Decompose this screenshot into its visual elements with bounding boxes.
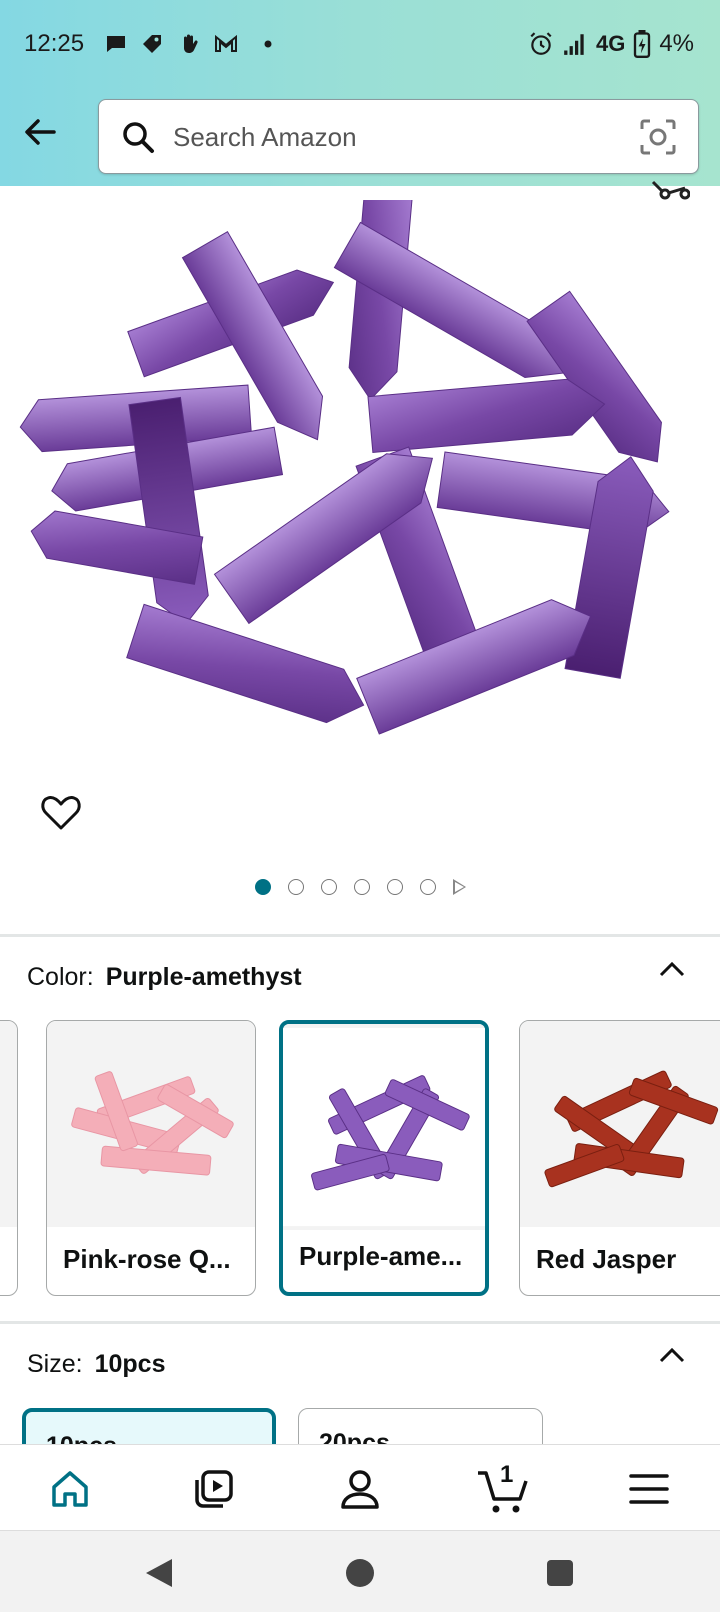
color-swatch-partial[interactable] — [0, 1020, 18, 1296]
wishlist-heart-icon[interactable] — [40, 792, 82, 832]
more-notifications-dot-icon — [264, 40, 272, 48]
battery-percent: 4% — [659, 30, 694, 57]
color-swatch-list[interactable]: Pink-rose Q... Purple-ame... Red Jasper — [0, 1018, 720, 1298]
system-recents-icon[interactable] — [546, 1559, 574, 1587]
account-icon[interactable] — [338, 1467, 382, 1511]
status-bar: 12:25 4G 4% — [0, 0, 720, 90]
product-image[interactable] — [0, 200, 720, 800]
image-carousel-indicator[interactable] — [0, 877, 720, 897]
status-time: 12:25 — [24, 30, 85, 57]
divider — [0, 934, 720, 937]
color-swatch-red-jasper[interactable]: Red Jasper — [519, 1020, 720, 1296]
search-input[interactable]: Search Amazon — [173, 122, 357, 153]
menu-icon[interactable] — [627, 1467, 671, 1511]
cart-button[interactable]: 1 — [476, 1461, 536, 1517]
size-selector-header[interactable]: Size: 10pcs — [27, 1350, 165, 1379]
carousel-video-play-icon[interactable] — [452, 879, 466, 895]
tag-notification-icon — [143, 35, 161, 53]
status-right-group: 4G 4% — [528, 30, 694, 58]
carousel-dot[interactable] — [353, 879, 370, 895]
hand-notification-icon — [184, 34, 198, 53]
video-feed-icon[interactable] — [192, 1467, 236, 1511]
cart-count: 1 — [500, 1461, 514, 1488]
color-swatch-pink-rose[interactable]: Pink-rose Q... — [46, 1020, 256, 1296]
app-header: 12:25 4G 4% Search Amazon — [0, 0, 720, 186]
carousel-dot[interactable] — [254, 879, 271, 895]
swatch-thumbnail — [47, 1021, 255, 1227]
swatch-label: Pink-rose Q... — [63, 1244, 231, 1274]
system-back-icon[interactable] — [144, 1557, 174, 1589]
color-swatch-purple-amethyst[interactable]: Purple-ame... — [279, 1020, 489, 1296]
alarm-icon — [530, 32, 552, 55]
signal-icon — [564, 34, 584, 55]
color-selector-header[interactable]: Color: Purple-amethyst — [27, 963, 302, 992]
system-navigation-bar — [0, 1530, 720, 1612]
chat-notification-icon — [107, 36, 125, 52]
gmail-notification-icon — [215, 34, 237, 52]
swatch-thumbnail — [0, 1021, 17, 1227]
bottom-navigation: 1 — [0, 1444, 720, 1530]
chevron-up-icon[interactable] — [658, 960, 686, 978]
network-type: 4G — [595, 31, 626, 56]
search-icon — [123, 122, 154, 153]
selected-color-value: Purple-amethyst — [105, 963, 302, 991]
divider — [0, 1321, 720, 1324]
carousel-dot[interactable] — [419, 879, 436, 895]
swatch-thumbnail — [283, 1024, 485, 1230]
swatch-label: Red Jasper — [536, 1244, 677, 1274]
battery-icon — [634, 30, 651, 58]
carousel-dot[interactable] — [386, 879, 403, 895]
swatch-thumbnail — [520, 1021, 720, 1227]
carousel-dot[interactable] — [287, 879, 304, 895]
system-home-icon[interactable] — [344, 1557, 376, 1589]
size-label: Size: — [27, 1350, 83, 1378]
camera-search-icon[interactable] — [638, 117, 678, 157]
carousel-dot[interactable] — [320, 879, 337, 895]
back-arrow-icon[interactable] — [20, 112, 60, 152]
search-bar[interactable]: Search Amazon — [98, 99, 699, 174]
color-label: Color: — [27, 963, 94, 991]
selected-size-value: 10pcs — [94, 1350, 166, 1378]
home-icon[interactable] — [48, 1467, 92, 1511]
chevron-up-icon[interactable] — [658, 1346, 686, 1364]
swatch-label: Purple-ame... — [299, 1241, 463, 1271]
